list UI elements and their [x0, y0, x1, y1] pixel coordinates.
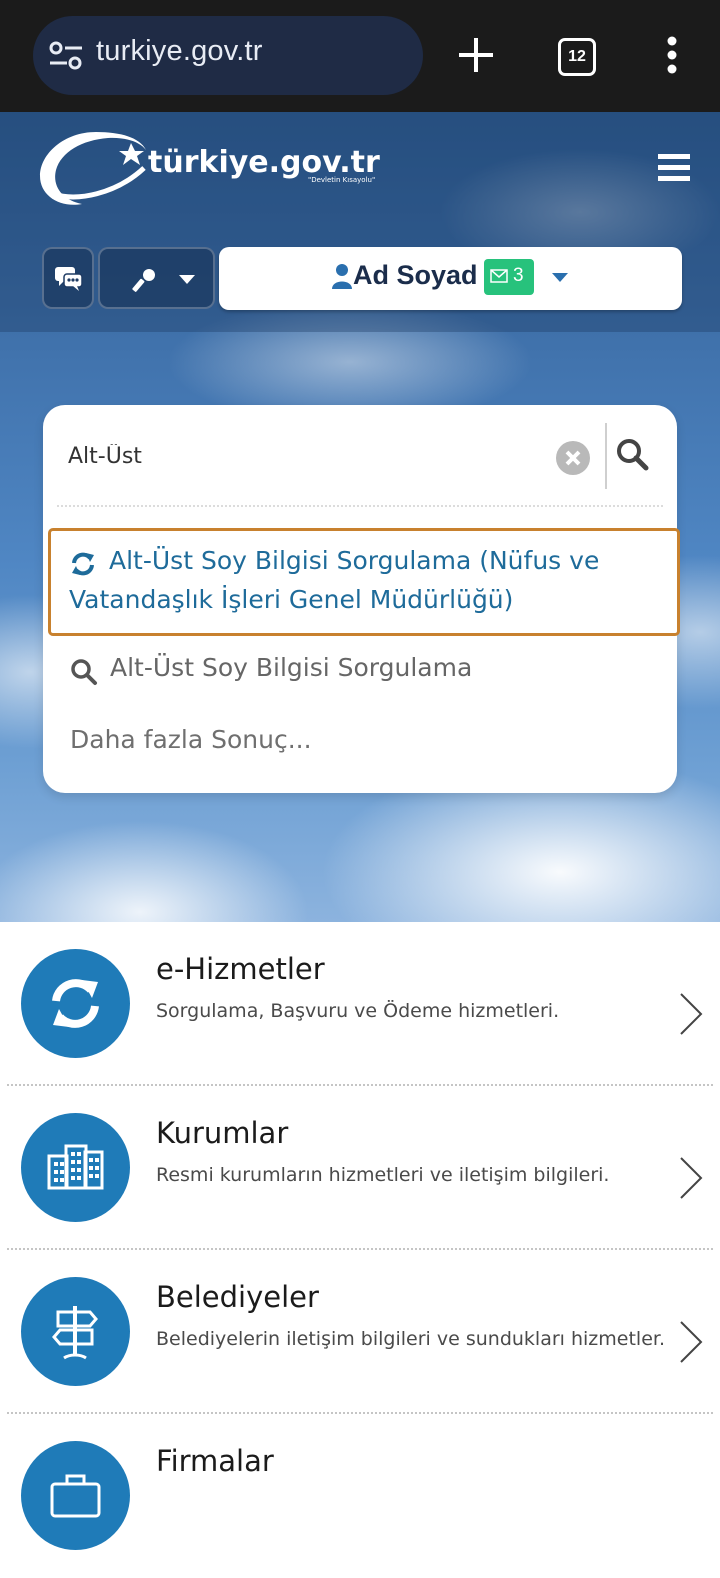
chevron-down-icon: [179, 275, 195, 284]
user-account-button[interactable]: Ad Soyad 3: [219, 247, 682, 310]
item-title: Firmalar: [156, 1444, 274, 1478]
clear-search-button[interactable]: [556, 441, 590, 475]
signpost-icon: [52, 1306, 98, 1360]
tab-switcher-button[interactable]: 12: [558, 38, 596, 76]
list-item-e-hizmetler[interactable]: e-Hizmetler Sorgulama, Başvuru ve Ödeme …: [0, 922, 720, 1086]
user-icon: [332, 264, 352, 289]
chevron-right-icon: [680, 993, 703, 1035]
user-name: Ad Soyad: [353, 260, 478, 290]
list-item-belediyeler[interactable]: Belediyeler Belediyelerin iletişim bilgi…: [0, 1250, 720, 1414]
item-description: Resmi kurumların hizmetleri ve iletişim …: [156, 1164, 610, 1186]
chevron-right-icon: [680, 1157, 703, 1199]
site-settings-icon[interactable]: [49, 40, 83, 72]
close-icon: [565, 450, 581, 466]
feedback-button[interactable]: [42, 247, 94, 309]
search-suggestion-item[interactable]: Alt-Üst Soy Bilgisi Sorgulama (Nüfus ve …: [48, 528, 680, 636]
search-panel: Alt-Üst Soy Bilgisi Sorgulama (Nüfus ve …: [43, 405, 680, 793]
new-tab-icon[interactable]: [448, 24, 504, 86]
logo-text: türkiye.gov.tr: [148, 145, 380, 180]
address-bar[interactable]: turkiye.gov.tr: [33, 16, 423, 95]
results-separator: [57, 505, 663, 507]
list-item-kurumlar[interactable]: Kurumlar Resmi kurumların hizmetleri ve …: [0, 1086, 720, 1250]
search-suggestion-item[interactable]: Alt-Üst Soy Bilgisi Sorgulama: [68, 651, 658, 691]
security-menu-button[interactable]: [98, 247, 215, 309]
suggestion-label: Alt-Üst Soy Bilgisi Sorgulama (Nüfus ve …: [69, 546, 600, 614]
turkiye-gov-logo[interactable]: türkiye.gov.tr "Devletin Kısayolu": [36, 124, 396, 210]
item-title: Belediyeler: [156, 1280, 319, 1314]
message-badge[interactable]: 3: [484, 259, 534, 295]
browser-toolbar: turkiye.gov.tr 12: [0, 0, 720, 112]
building-icon: [47, 1144, 104, 1190]
suggestion-label: Alt-Üst Soy Bilgisi Sorgulama: [110, 653, 473, 682]
hamburger-menu-icon[interactable]: [656, 150, 692, 186]
chat-bubbles-icon: [55, 267, 83, 291]
briefcase-icon: [50, 1474, 101, 1518]
refresh-icon: [52, 979, 99, 1028]
e-hizmetler-badge: [21, 949, 130, 1058]
search-divider: [605, 423, 607, 489]
url-text: turkiye.gov.tr: [96, 35, 263, 67]
search-input[interactable]: [68, 436, 538, 476]
firmalar-badge: [21, 1441, 130, 1550]
search-icon[interactable]: [615, 437, 651, 473]
item-title: Kurumlar: [156, 1116, 289, 1150]
message-count: 3: [513, 265, 524, 286]
chevron-right-icon: [680, 1321, 703, 1363]
item-description: Belediyelerin iletişim bilgileri ve sund…: [156, 1328, 665, 1350]
list-item-firmalar[interactable]: Firmalar: [0, 1414, 720, 1578]
belediyeler-badge: [21, 1277, 130, 1386]
more-options-icon[interactable]: [644, 24, 700, 86]
item-description: Sorgulama, Başvuru ve Ödeme hizmetleri.: [156, 1000, 560, 1022]
key-icon: [132, 269, 155, 292]
logo-tagline: "Devletin Kısayolu": [308, 176, 375, 184]
chevron-down-icon: [552, 273, 568, 282]
more-results-link[interactable]: Daha fazla Sonuç...: [70, 725, 312, 754]
kurumlar-badge: [21, 1113, 130, 1222]
envelope-icon: [490, 269, 508, 283]
search-icon: [71, 659, 97, 685]
item-title: e-Hizmetler: [156, 952, 325, 986]
